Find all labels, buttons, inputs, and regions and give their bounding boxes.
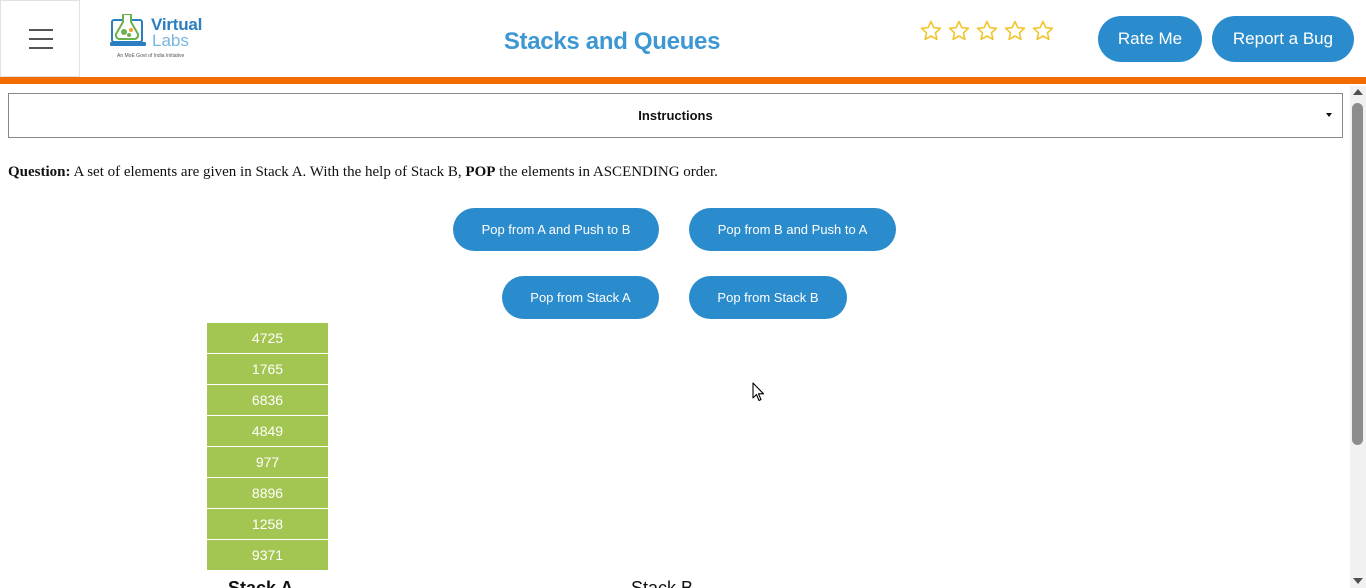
stack-a-item: 9371 bbox=[207, 540, 328, 570]
instructions-dropdown[interactable]: Instructions bbox=[8, 93, 1343, 138]
pop-a-push-b-button[interactable]: Pop from A and Push to B bbox=[453, 208, 659, 251]
star-icon[interactable] bbox=[947, 19, 971, 43]
scroll-thumb[interactable] bbox=[1352, 103, 1363, 445]
star-icon[interactable] bbox=[1031, 19, 1055, 43]
logo-tagline: An MoE Govt of India Initiative bbox=[117, 53, 185, 59]
pop-stack-a-button[interactable]: Pop from Stack A bbox=[502, 276, 659, 319]
pop-stack-b-button[interactable]: Pop from Stack B bbox=[689, 276, 847, 319]
menu-button[interactable] bbox=[0, 0, 80, 77]
report-bug-button[interactable]: Report a Bug bbox=[1212, 16, 1354, 62]
site-header: Virtual Labs An MoE Govt of India Initia… bbox=[0, 0, 1366, 77]
question-text: Question: A set of elements are given in… bbox=[8, 164, 718, 181]
question-keyword: POP bbox=[465, 164, 496, 180]
vertical-scrollbar[interactable] bbox=[1350, 86, 1366, 588]
hamburger-menu-icon-bar bbox=[29, 47, 53, 49]
star-rating[interactable] bbox=[919, 19, 1055, 47]
caret-down-icon bbox=[1326, 113, 1332, 117]
question-body-2: the elements in ASCENDING order. bbox=[495, 164, 718, 180]
stack-a-item: 977 bbox=[207, 447, 328, 477]
star-icon[interactable] bbox=[919, 19, 943, 43]
stack-a-item: 4725 bbox=[207, 323, 328, 353]
stack-a-item: 6836 bbox=[207, 385, 328, 415]
logo-text-labs: Labs bbox=[152, 31, 189, 50]
question-body-1: A set of elements are given in Stack A. … bbox=[70, 164, 466, 180]
hamburger-menu-icon-bar bbox=[29, 38, 53, 40]
question-prefix: Question: bbox=[8, 164, 71, 180]
pop-b-push-a-button[interactable]: Pop from B and Push to A bbox=[689, 208, 896, 251]
scroll-down-arrow-icon[interactable] bbox=[1353, 578, 1363, 584]
page-title: Stacks and Queues bbox=[503, 28, 721, 55]
header-accent-bar bbox=[0, 77, 1366, 84]
instructions-label: Instructions bbox=[638, 108, 713, 123]
logo-flask-icon bbox=[110, 14, 146, 46]
stack-a-label: Stack A bbox=[228, 578, 294, 588]
star-icon[interactable] bbox=[1003, 19, 1027, 43]
hamburger-menu-icon bbox=[29, 29, 53, 31]
mouse-pointer-icon bbox=[752, 382, 765, 402]
stack-b-label: Stack B bbox=[631, 578, 694, 588]
scroll-up-arrow-icon[interactable] bbox=[1353, 89, 1363, 95]
stack-a-item: 1258 bbox=[207, 509, 328, 539]
stack-a-item: 1765 bbox=[207, 354, 328, 384]
stack-a-item: 8896 bbox=[207, 478, 328, 508]
stack-a-item: 4849 bbox=[207, 416, 328, 446]
virtual-labs-logo[interactable]: Virtual Labs An MoE Govt of India Initia… bbox=[108, 12, 204, 64]
rate-me-button[interactable]: Rate Me bbox=[1098, 16, 1202, 62]
star-icon[interactable] bbox=[975, 19, 999, 43]
stack-a: 4725 1765 6836 4849 977 8896 1258 9371 bbox=[207, 323, 328, 571]
